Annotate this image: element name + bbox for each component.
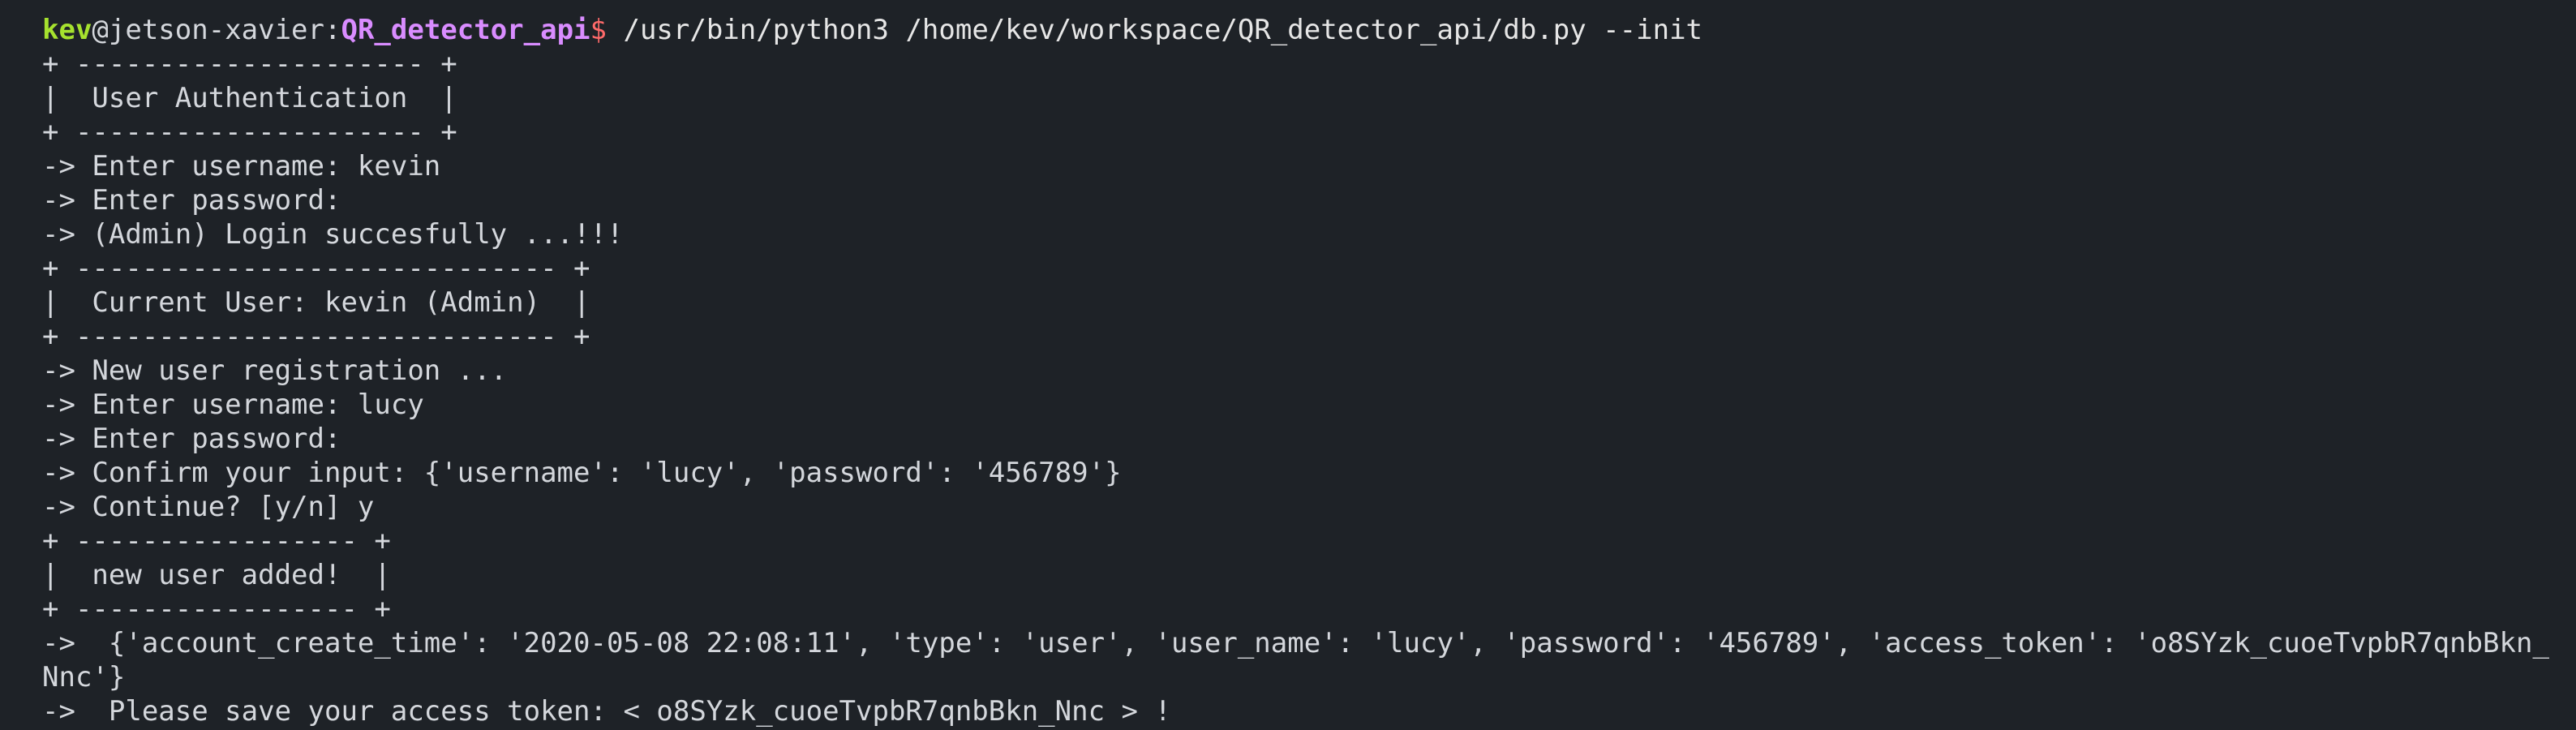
output-line-current-user: | Current User: kevin (Admin) |	[42, 286, 590, 319]
terminal-window[interactable]: kev@jetson-xavier:QR_detector_api$ /usr/…	[0, 0, 2576, 730]
output-line-save-token: -> Please save your access token: < o8SY…	[42, 695, 1171, 728]
output-line-added-border-top: + ----------------- +	[42, 525, 391, 557]
output-line-enter-new-password: -> Enter password:	[42, 423, 341, 455]
output-line-account-record-wrap: Nnc'}	[42, 661, 126, 694]
prompt-host: @jetson-xavier:	[92, 14, 341, 46]
output-line-auth-border-top: + --------------------- +	[42, 48, 457, 80]
output-line-user-added: | new user added! |	[42, 559, 391, 591]
output-line-enter-new-username: -> Enter username: lucy	[42, 389, 424, 421]
output-line-current-user-border-top: + ----------------------------- +	[42, 252, 590, 285]
output-line-confirm-input: -> Confirm your input: {'username': 'luc…	[42, 457, 1122, 489]
output-line-account-record: -> {'account_create_time': '2020-05-08 2…	[42, 627, 2549, 659]
output-line-new-user-registration: -> New user registration ...	[42, 354, 508, 387]
prompt-user: kev	[42, 14, 92, 46]
prompt-cwd: QR_detector_api	[341, 14, 590, 46]
prompt-sign: $	[590, 14, 607, 46]
output-line-login-success: -> (Admin) Login succesfully ...!!!	[42, 218, 624, 251]
output-line-added-border-bottom: + ----------------- +	[42, 593, 391, 625]
command-text: /usr/bin/python3 /home/kev/workspace/QR_…	[607, 14, 1703, 46]
output-line-current-user-border-bottom: + ----------------------------- +	[42, 320, 590, 353]
prompt-line: kev@jetson-xavier:QR_detector_api$ /usr/…	[42, 13, 2576, 47]
output-line-auth-title: | User Authentication |	[42, 82, 457, 114]
output-line-enter-username: -> Enter username: kevin	[42, 150, 441, 182]
output-line-auth-border-bottom: + --------------------- +	[42, 116, 457, 148]
output-line-enter-password: -> Enter password:	[42, 184, 341, 217]
output-line-continue-prompt: -> Continue? [y/n] y	[42, 491, 375, 523]
